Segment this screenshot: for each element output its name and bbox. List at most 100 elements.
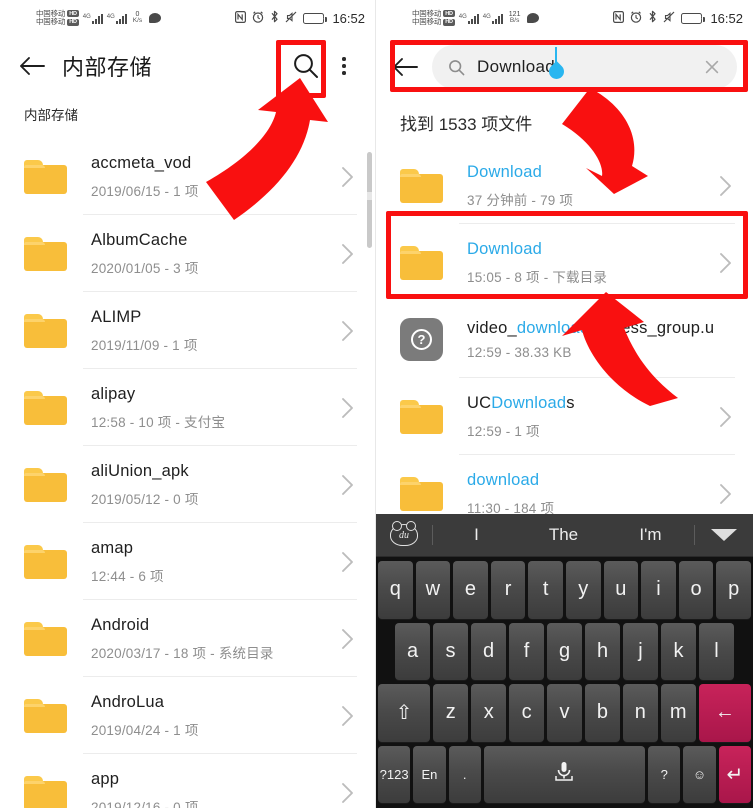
file-row-text: AlbumCache 2020/01/05 - 3 项 xyxy=(91,231,337,277)
hd-badge-2: HD xyxy=(67,18,79,26)
toolbar-left: 内部存储 xyxy=(0,36,375,96)
key-t[interactable]: t xyxy=(528,561,563,619)
chevron-right-icon xyxy=(715,406,735,428)
bluetooth-icon xyxy=(648,10,657,26)
key-r[interactable]: r xyxy=(490,561,526,619)
search-input-value[interactable]: Download xyxy=(477,47,703,83)
folder-icon xyxy=(24,467,67,502)
file-row[interactable]: app 2019/12/16 - 0 项 xyxy=(0,754,375,808)
chevron-down-icon[interactable] xyxy=(695,529,753,541)
file-row[interactable]: Android 2020/03/17 - 18 项 - 系统目录 xyxy=(0,600,375,677)
result-count-label: 找到 1533 项文件 xyxy=(400,115,533,134)
file-row[interactable]: ? video_download_s...ess_group.ucmd2 12:59… xyxy=(376,301,753,378)
unknown-file-icon: ? xyxy=(400,318,443,361)
file-list-right[interactable]: Download 37 分钟前 - 79 项 Download 15:05 - 8 项… xyxy=(376,147,753,532)
file-meta: 2019/04/24 - 1 项 xyxy=(91,722,199,738)
file-row[interactable]: Download 15:05 - 8 项 - 下载目录 xyxy=(376,224,753,301)
key-f[interactable]: f xyxy=(509,622,544,680)
key-e[interactable]: e xyxy=(453,561,488,619)
key-i[interactable]: i xyxy=(641,561,676,619)
key-d[interactable]: d xyxy=(471,622,506,680)
folder-icon xyxy=(400,245,443,280)
key-p[interactable]: p xyxy=(716,561,751,619)
key-w[interactable]: w xyxy=(415,561,451,619)
key-k[interactable]: k xyxy=(661,622,696,680)
keyboard-row-2: asdfghjkl xyxy=(378,622,751,680)
search-input[interactable]: Download xyxy=(432,45,737,89)
file-row-text: video_download_s...ess_group.ucmd2 12:59 … xyxy=(467,319,715,360)
more-vertical-icon[interactable] xyxy=(329,46,359,86)
file-row[interactable]: AlbumCache 2020/01/05 - 3 项 xyxy=(0,215,375,292)
right-panel-search-results: 中国移动 HD 中国移动 HD 4G 4G 121 B/s 68 16:52 D… xyxy=(376,0,753,808)
language-key[interactable]: En xyxy=(413,745,446,803)
carrier-label-2: 中国移动 xyxy=(412,17,442,26)
file-row-text: app 2019/12/16 - 0 项 xyxy=(91,770,337,808)
file-name: AlbumCache xyxy=(91,230,188,249)
file-name: aliUnion_apk xyxy=(91,461,189,480)
emoji-key[interactable]: ☺ xyxy=(683,745,716,803)
file-row[interactable]: alipay 12:58 - 10 项 - 支付宝 xyxy=(0,369,375,446)
chevron-right-icon xyxy=(337,166,357,188)
file-row[interactable]: aliUnion_apk 2019/05/12 - 0 项 xyxy=(0,446,375,523)
folder-icon xyxy=(400,399,443,434)
message-bubble-icon xyxy=(527,13,540,23)
key-v[interactable]: v xyxy=(547,684,582,742)
suggestion-2[interactable]: The xyxy=(520,525,607,545)
text-cursor[interactable] xyxy=(545,47,567,83)
file-meta: 2019/06/15 - 1 项 xyxy=(91,183,199,199)
chevron-right-icon xyxy=(337,551,357,573)
baidu-ime-logo-icon[interactable]: du xyxy=(376,521,432,546)
backspace-key[interactable]: ← xyxy=(698,684,752,742)
chevron-right-icon xyxy=(337,474,357,496)
file-name: video_download_s...ess_group.ucmd2 xyxy=(467,319,715,337)
key-m[interactable]: m xyxy=(660,684,696,742)
file-row-text: AndroLua 2019/04/24 - 1 项 xyxy=(91,693,337,739)
status-bar-left: 中国移动 HD 中国移动 HD 4G 4G 0 K/s 68 16:52 xyxy=(0,0,375,36)
status-bar-right-group: 68 16:52 xyxy=(235,10,365,26)
key-s[interactable]: s xyxy=(433,622,468,680)
enter-key[interactable]: ↵ xyxy=(718,745,751,803)
key-j[interactable]: j xyxy=(623,622,658,680)
key-h[interactable]: h xyxy=(585,622,620,680)
file-row[interactable]: amap 12:44 - 6 项 xyxy=(0,523,375,600)
key-l[interactable]: l xyxy=(699,622,734,680)
suggestion-3[interactable]: I'm xyxy=(607,525,694,545)
numbers-key[interactable]: ?123 xyxy=(378,745,411,803)
file-row[interactable]: Download 37 分钟前 - 79 项 xyxy=(376,147,753,224)
signal-icon-2: 4G xyxy=(483,13,503,24)
file-row-text: alipay 12:58 - 10 项 - 支付宝 xyxy=(91,385,337,431)
key-z[interactable]: z xyxy=(433,684,469,742)
folder-icon xyxy=(24,544,67,579)
key-o[interactable]: o xyxy=(678,561,714,619)
file-row[interactable]: ALIMP 2019/11/09 - 1 项 xyxy=(0,292,375,369)
clear-x-icon[interactable] xyxy=(703,58,721,76)
search-icon[interactable] xyxy=(283,43,329,89)
suggestion-1[interactable]: I xyxy=(433,525,520,545)
file-row-text: download 11:30 - 184 项 xyxy=(467,471,715,517)
file-row[interactable]: accmeta_vod 2019/06/15 - 1 项 xyxy=(0,138,375,215)
status-bar-left-group: 中国移动 HD 中国移动 HD 4G 4G 0 K/s xyxy=(8,9,235,27)
space-key[interactable] xyxy=(483,745,646,803)
question-key[interactable]: ? xyxy=(648,745,681,803)
file-list-left[interactable]: accmeta_vod 2019/06/15 - 1 项 AlbumCache 202… xyxy=(0,138,375,808)
period-key[interactable]: . xyxy=(448,745,481,803)
key-q[interactable]: q xyxy=(378,561,413,619)
scrollbar-thumb[interactable] xyxy=(367,152,372,248)
file-row[interactable]: AndroLua 2019/04/24 - 1 项 xyxy=(0,677,375,754)
file-row[interactable]: UCDownloads 12:59 - 1 项 xyxy=(376,378,753,455)
carrier-info-2: 中国移动 HD 中国移动 HD xyxy=(412,9,455,27)
key-y[interactable]: y xyxy=(565,561,601,619)
shift-key[interactable]: ⇧ xyxy=(378,684,431,742)
network-speed-left: 0 K/s xyxy=(133,11,142,25)
key-g[interactable]: g xyxy=(547,622,582,680)
key-b[interactable]: b xyxy=(584,684,620,742)
key-u[interactable]: u xyxy=(603,561,639,619)
back-arrow-icon[interactable] xyxy=(388,50,422,84)
back-arrow-icon[interactable] xyxy=(16,50,48,82)
key-a[interactable]: a xyxy=(395,622,430,680)
key-x[interactable]: x xyxy=(471,684,507,742)
file-name: UCDownloads xyxy=(467,393,575,412)
key-n[interactable]: n xyxy=(622,684,658,742)
key-c[interactable]: c xyxy=(509,684,545,742)
folder-icon xyxy=(24,698,67,733)
